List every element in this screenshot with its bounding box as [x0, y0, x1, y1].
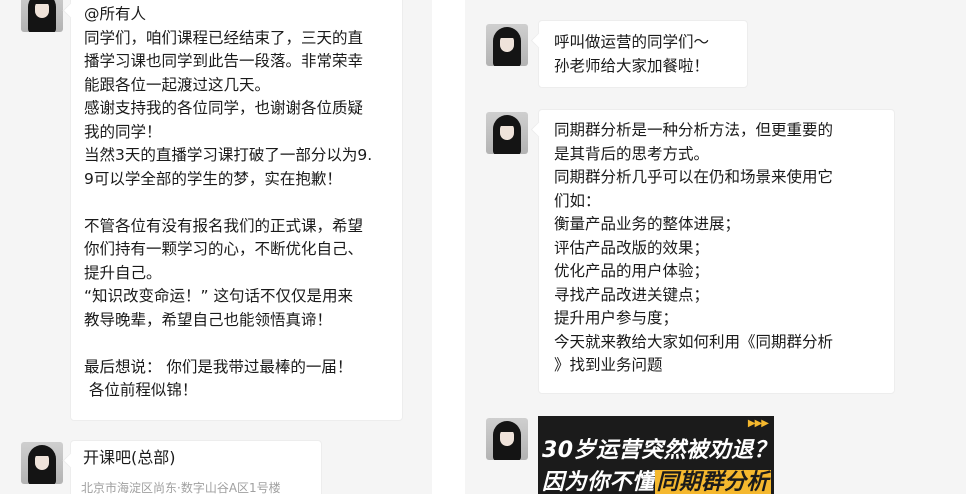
banner-subline: 因为你不懂同期群分析: [542, 464, 772, 494]
cohort-analysis-message-bubble[interactable]: 同期群分析是一种分析方法，但更重要的 是其背后的思考方式。 同期群分析几乎可以在…: [538, 109, 895, 394]
message-line: 感谢支持我的各位同学，也谢谢各位质疑: [84, 99, 364, 117]
message-line: 提升用户参与度；: [554, 309, 679, 327]
location-address: 北京市海淀区尚东·数字山谷A区1号楼: [81, 481, 281, 494]
message-line: 能跟各位一起渡过这几天。: [84, 75, 271, 94]
banner-subline-prefix: 因为你不懂: [542, 470, 655, 494]
message-line: 播学习课也同学到此告一段落。非常荣幸: [84, 52, 364, 70]
message-line: [84, 191, 402, 215]
operations-call-message-bubble[interactable]: 呼叫做运营的同学们～ 孙老师给大家加餐啦！: [538, 20, 748, 88]
message-line: 》找到业务问题: [554, 356, 663, 374]
message-line: [84, 332, 402, 356]
message-line: 同期群分析几乎可以在仍和场景来使用它: [554, 168, 834, 186]
message-line: 是其背后的思考方式。: [554, 144, 710, 163]
message-line: 呼叫做运营的同学们～: [554, 33, 710, 51]
message-line: “知识改变命运！” 这句话不仅仅是用来: [84, 287, 353, 305]
banner-highlight: 同期群分析: [654, 470, 772, 494]
sender-avatar[interactable]: [21, 442, 63, 484]
left-chat-panel: @所有人 同学们，咱们课程已经结束了，三天的直 播学习课也同学到此告一段落。非常…: [0, 0, 432, 494]
location-name: 开课吧(总部): [83, 448, 176, 467]
message-line: 孙老师给大家加餐啦！: [554, 56, 710, 75]
farewell-message-bubble[interactable]: @所有人 同学们，咱们课程已经结束了，三天的直 播学习课也同学到此告一段落。非常…: [70, 0, 403, 421]
message-line: 同期群分析是一种分析方法，但更重要的: [554, 121, 834, 139]
message-line: @所有人: [84, 5, 147, 23]
message-line: 当然3天的直播学习课打破了一部分以为9.: [84, 146, 373, 164]
message-line: 同学们，咱们课程已经结束了，三天的直: [84, 28, 364, 47]
sender-avatar[interactable]: [486, 418, 528, 460]
message-line: 寻找产品改进关键点；: [554, 285, 710, 304]
message-line: 我的同学！: [84, 122, 162, 141]
message-line: 最后想说： 你们是我带过最棒的一届！: [84, 357, 353, 376]
message-line: 你们持有一颗学习的心，不断优化自己、: [84, 240, 364, 258]
message-line: 们如：: [554, 191, 601, 210]
message-line: 不管各位有没有报名我们的正式课，希望: [84, 216, 364, 235]
right-chat-panel: 呼叫做运营的同学们～ 孙老师给大家加餐啦！ 同期群分析是一种分析方法，但更重要的…: [465, 0, 966, 494]
sender-avatar[interactable]: [486, 112, 528, 154]
arrows-icon: ▶▶▶: [747, 418, 769, 429]
message-line: 9可以学全部的学生的梦，实在抱歉！: [84, 169, 342, 188]
message-line: 提升自己。: [84, 263, 162, 282]
message-line: 教导晚辈，希望自己也能领悟真谛！: [84, 310, 333, 329]
sender-avatar[interactable]: [21, 0, 63, 32]
message-line: 今天就来教给大家如何利用《同期群分析: [554, 332, 834, 351]
message-line: 衡量产品业务的整体进展；: [554, 215, 741, 233]
message-line: 优化产品的用户体验；: [554, 262, 710, 280]
location-card-bubble[interactable]: 开课吧(总部) 北京市海淀区尚东·数字山谷A区1号楼: [70, 440, 322, 494]
course-banner-image[interactable]: ▶▶▶ 30岁运营突然被劝退？ 因为你不懂同期群分析: [538, 416, 774, 494]
message-line: 评估产品改版的效果；: [554, 238, 710, 257]
message-line: 各位前程似锦！: [84, 381, 198, 399]
sender-avatar[interactable]: [486, 24, 528, 66]
banner-headline: 30岁运营突然被劝退？: [542, 438, 774, 463]
